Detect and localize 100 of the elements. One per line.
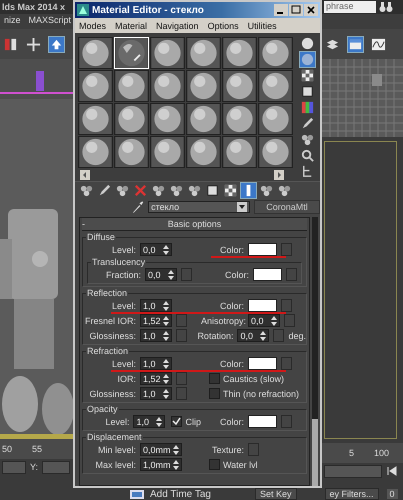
menu-item[interactable]: Options bbox=[208, 20, 239, 30]
menu-item[interactable]: Modes bbox=[79, 20, 106, 30]
spinner-arrows-icon[interactable] bbox=[271, 316, 277, 326]
checkbox[interactable] bbox=[209, 459, 220, 470]
material-slot[interactable] bbox=[186, 136, 221, 168]
menu-item[interactable]: Utilities bbox=[248, 20, 277, 30]
maximize-icon[interactable] bbox=[289, 4, 303, 16]
colors-icon[interactable] bbox=[300, 100, 315, 115]
spinner-arrows-icon[interactable] bbox=[163, 316, 169, 326]
dots-icon[interactable] bbox=[115, 183, 130, 198]
material-slot[interactable] bbox=[114, 103, 149, 135]
material-slot[interactable] bbox=[78, 136, 113, 168]
dots-icon[interactable] bbox=[187, 183, 202, 198]
square-icon[interactable] bbox=[300, 84, 315, 99]
color-swatch[interactable] bbox=[248, 415, 277, 428]
material-slot[interactable] bbox=[258, 136, 293, 168]
color-swatch[interactable] bbox=[248, 299, 277, 312]
scroll-right-icon[interactable] bbox=[274, 170, 284, 180]
minimize-icon[interactable] bbox=[274, 4, 288, 16]
spinner-field[interactable]: 1,0 bbox=[140, 387, 172, 400]
material-slot[interactable] bbox=[222, 103, 257, 135]
dots-icon[interactable] bbox=[169, 183, 184, 198]
material-type-button[interactable]: CoronaMtl bbox=[254, 200, 320, 214]
color-swatch[interactable] bbox=[248, 243, 277, 256]
spinner-arrows-icon[interactable] bbox=[168, 270, 174, 280]
menu-item[interactable]: Material bbox=[115, 20, 148, 30]
set-key-button[interactable]: Set Key bbox=[254, 488, 296, 500]
spinner-field[interactable]: 1,0 bbox=[133, 415, 166, 428]
material-slot[interactable] bbox=[186, 37, 221, 69]
spinner-arrows-icon[interactable] bbox=[172, 444, 179, 454]
frame-field[interactable]: 0 bbox=[386, 489, 398, 499]
coordinate-field[interactable] bbox=[2, 460, 26, 474]
add-time-tag-button[interactable]: Add Time Tag bbox=[130, 488, 211, 500]
material-slot[interactable] bbox=[78, 70, 113, 102]
curve-icon[interactable] bbox=[371, 36, 386, 52]
dots-icon[interactable] bbox=[151, 183, 166, 198]
spinner-field[interactable]: 0,0mm bbox=[140, 443, 182, 456]
material-slot[interactable] bbox=[114, 70, 149, 102]
dots-icon[interactable] bbox=[79, 183, 94, 198]
rollout-header[interactable]: - Basic options bbox=[82, 218, 307, 231]
menu-item[interactable]: nize bbox=[4, 15, 21, 28]
pencil-icon[interactable] bbox=[97, 183, 112, 198]
material-name-dropdown[interactable]: стекло bbox=[148, 201, 250, 213]
material-slot[interactable] bbox=[258, 70, 293, 102]
bar-icon[interactable] bbox=[241, 183, 256, 198]
pencil-icon[interactable] bbox=[300, 116, 315, 131]
material-slot[interactable] bbox=[258, 103, 293, 135]
spinner-field[interactable]: 0,0 bbox=[237, 329, 270, 342]
checkbox[interactable] bbox=[209, 388, 220, 399]
upload-icon[interactable] bbox=[49, 36, 64, 52]
spinner-field[interactable]: 1,0mm bbox=[140, 458, 182, 471]
material-slot[interactable] bbox=[150, 103, 185, 135]
dropdown-arrow-icon[interactable] bbox=[237, 202, 248, 212]
sphere-icon[interactable] bbox=[300, 36, 315, 51]
spinner-arrows-icon[interactable] bbox=[163, 388, 169, 398]
spinner-field[interactable]: 1,52 bbox=[140, 372, 172, 385]
material-slot[interactable] bbox=[186, 70, 221, 102]
search-field[interactable]: phrase bbox=[324, 1, 376, 13]
binoculars-icon[interactable] bbox=[379, 1, 393, 13]
material-slot[interactable] bbox=[114, 136, 149, 168]
move-icon[interactable] bbox=[26, 36, 41, 52]
material-slot[interactable] bbox=[150, 136, 185, 168]
scrollbar[interactable] bbox=[312, 217, 318, 486]
spinner-field[interactable]: 1,52 bbox=[140, 314, 172, 327]
dots-icon[interactable] bbox=[300, 132, 315, 147]
spinner-arrows-icon[interactable] bbox=[163, 358, 169, 368]
spinner-arrows-icon[interactable] bbox=[163, 244, 169, 254]
key-filters-button[interactable]: ey Filters... bbox=[324, 488, 379, 500]
spinner-field[interactable]: 1,0 bbox=[140, 357, 172, 370]
dots-icon[interactable] bbox=[259, 183, 274, 198]
checkbox[interactable] bbox=[171, 416, 182, 427]
checker-icon[interactable] bbox=[223, 183, 238, 198]
material-slot[interactable] bbox=[222, 136, 257, 168]
spinner-field[interactable]: 0,0 bbox=[248, 314, 280, 327]
square-icon[interactable] bbox=[205, 183, 220, 198]
material-slot[interactable] bbox=[186, 103, 221, 135]
spinner-arrows-icon[interactable] bbox=[172, 460, 179, 470]
eyedropper-icon[interactable] bbox=[131, 200, 144, 214]
spinner-arrows-icon[interactable] bbox=[156, 416, 162, 426]
magnifier-icon[interactable] bbox=[300, 148, 315, 163]
material-slot[interactable] bbox=[78, 37, 113, 69]
window-icon[interactable] bbox=[348, 36, 363, 52]
material-slot[interactable] bbox=[78, 103, 113, 135]
select-icon[interactable] bbox=[3, 36, 18, 52]
spinner-field[interactable]: 0,0 bbox=[145, 268, 177, 281]
color-swatch[interactable] bbox=[248, 357, 277, 370]
checker-icon[interactable] bbox=[300, 68, 315, 83]
spinner-arrows-icon[interactable] bbox=[260, 330, 266, 340]
checkbox[interactable] bbox=[209, 373, 220, 384]
first-frame-icon[interactable] bbox=[386, 465, 398, 477]
material-slot[interactable] bbox=[222, 70, 257, 102]
menu-item[interactable]: MAXScript bbox=[28, 15, 72, 28]
color-swatch[interactable] bbox=[253, 268, 282, 281]
spinner-field[interactable]: 1,0 bbox=[140, 329, 172, 342]
close-icon[interactable] bbox=[304, 4, 318, 16]
menu-item[interactable]: Navigation bbox=[156, 20, 199, 30]
material-slot[interactable] bbox=[150, 37, 185, 69]
spinner-field[interactable]: 1,0 bbox=[140, 299, 172, 312]
spinner-arrows-icon[interactable] bbox=[163, 374, 169, 384]
scroll-left-icon[interactable] bbox=[80, 170, 90, 180]
